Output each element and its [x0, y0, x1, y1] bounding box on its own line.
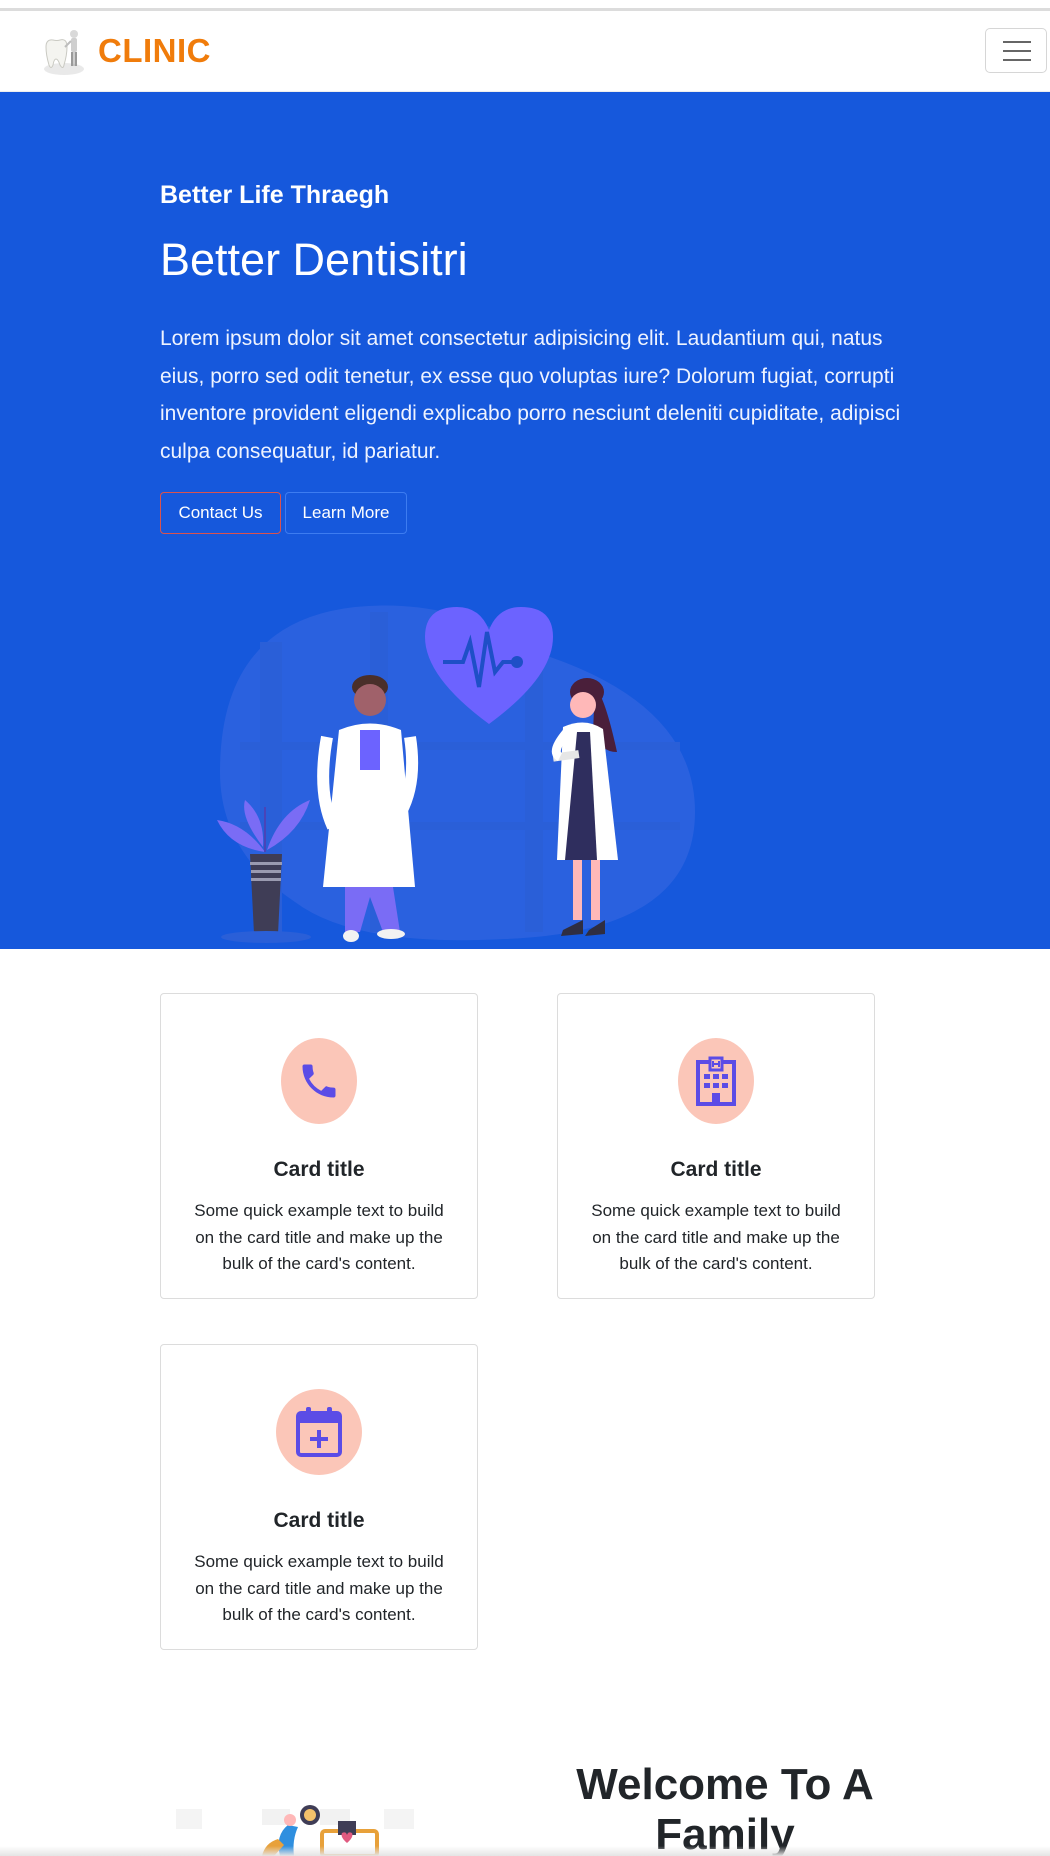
hamburger-icon: [1003, 59, 1031, 61]
card-title: Card title: [273, 1509, 365, 1532]
learn-more-button[interactable]: Learn More: [285, 492, 407, 534]
card-text: Some quick example text to build on the …: [194, 1201, 444, 1273]
service-card: Card title Some quick example text to bu…: [557, 993, 875, 1299]
contact-us-button[interactable]: Contact Us: [160, 492, 281, 534]
doctors-illustration: [205, 602, 705, 949]
navbar: CLINIC: [0, 11, 1050, 92]
hero-eyebrow: Better Life Thraegh: [160, 181, 390, 209]
phone-icon: [281, 1038, 357, 1124]
hamburger-icon: [1003, 41, 1031, 43]
welcome-heading: Welcome To A Family: [576, 1760, 874, 1856]
card-title: Card title: [273, 1158, 365, 1181]
brand-name: CLINIC: [98, 32, 211, 69]
card-text: Some quick example text to build on the …: [194, 1552, 444, 1624]
hospital-icon: [678, 1038, 754, 1124]
hero-description: Lorem ipsum dolor sit amet consectetur a…: [160, 327, 901, 463]
hero-title: Better Dentisitri: [160, 234, 468, 285]
hero-section: Better Life Thraegh Better Dentisitri Lo…: [0, 92, 1050, 949]
brand-link[interactable]: CLINIC: [38, 25, 211, 77]
dentist-tooth-logo: [38, 25, 90, 77]
hamburger-icon: [1003, 50, 1031, 52]
calendar-plus-icon: [276, 1389, 362, 1475]
card-title: Card title: [670, 1158, 762, 1181]
navbar-toggler-button[interactable]: [985, 28, 1047, 73]
service-card: Card title Some quick example text to bu…: [160, 993, 478, 1299]
bottom-edge-shadow: [0, 1846, 1050, 1856]
service-card: Card title Some quick example text to bu…: [160, 1344, 478, 1650]
card-text: Some quick example text to build on the …: [591, 1201, 841, 1273]
